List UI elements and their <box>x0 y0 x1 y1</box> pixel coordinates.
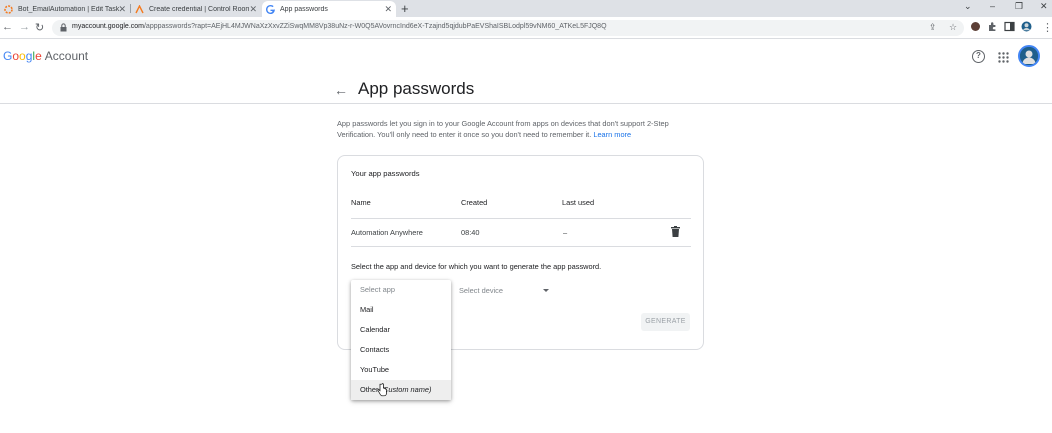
option-mail[interactable]: Mail <box>351 300 451 320</box>
help-icon[interactable]: ? <box>972 50 985 63</box>
select-app-dropdown-menu: Select app Mail Calendar Contacts YouTub… <box>351 280 451 400</box>
option-youtube[interactable]: YouTube <box>351 360 451 380</box>
reload-icon[interactable]: ↻ <box>35 21 44 34</box>
back-arrow-icon[interactable]: ← <box>334 82 348 98</box>
option-calendar[interactable]: Calendar <box>351 320 451 340</box>
browser-tab-strip: Bot_EmailAutomation | Edit Task ✕ Create… <box>0 0 1052 17</box>
option-other-custom-name[interactable]: Other (Custom name) <box>351 380 451 400</box>
tab-title: Create credential | Control Room <box>149 5 249 13</box>
google-icon <box>266 4 275 14</box>
close-icon[interactable]: ✕ <box>249 4 257 15</box>
browser-toolbar: ← → ↻ myaccount.google.com/apppasswords?… <box>0 17 1052 39</box>
column-header-last-used: Last used <box>562 198 595 207</box>
puzzle-extensions-icon[interactable] <box>987 21 998 32</box>
minimize-icon[interactable]: – <box>990 1 995 11</box>
forward-icon[interactable]: → <box>19 21 30 33</box>
divider <box>351 218 691 219</box>
address-bar[interactable]: myaccount.google.com/apppasswords?rapt=A… <box>52 20 964 36</box>
bookmark-star-icon[interactable]: ☆ <box>949 22 957 33</box>
password-row-name: Automation Anywhere <box>351 228 423 237</box>
column-header-name: Name <box>351 198 371 207</box>
back-icon[interactable]: ← <box>2 21 13 33</box>
close-icon[interactable]: ✕ <box>118 4 126 15</box>
generate-button[interactable]: GENERATE <box>641 313 690 331</box>
avatar-image <box>1020 47 1038 65</box>
logo-letter: e <box>35 49 42 63</box>
profile-avatar-icon[interactable] <box>1021 21 1032 32</box>
chevron-down-icon <box>543 289 549 292</box>
page-description: App passwords let you sign in to your Go… <box>337 118 707 140</box>
logo-letter: o <box>19 49 26 63</box>
delete-trash-icon[interactable] <box>671 226 680 237</box>
url-host: myaccount.google.com <box>72 23 144 30</box>
page-title: App passwords <box>358 79 475 98</box>
google-apps-icon[interactable] <box>998 52 1009 63</box>
account-avatar[interactable] <box>1018 45 1040 67</box>
browser-menu-icon[interactable]: ⋮ <box>1042 21 1052 34</box>
hand-pointer-cursor-icon <box>377 383 387 397</box>
google-account-logo[interactable]: Google Account <box>3 49 88 63</box>
automation-anywhere-icon <box>135 4 144 14</box>
google-account-header: Google Account ? <box>0 40 1052 104</box>
tab-search-icon[interactable]: ⌄ <box>964 1 972 12</box>
option-other-label: Other <box>360 385 379 394</box>
lock-icon <box>60 23 67 32</box>
select-device-placeholder: Select device <box>459 286 503 295</box>
option-contacts[interactable]: Contacts <box>351 340 451 360</box>
tab-create-credential[interactable]: Create credential | Control Room ✕ <box>131 1 261 17</box>
tab-bot-email-automation[interactable]: Bot_EmailAutomation | Edit Task ✕ <box>0 1 130 17</box>
learn-more-link[interactable]: Learn more <box>593 130 631 139</box>
select-app-placeholder[interactable]: Select app <box>351 280 451 300</box>
automation-anywhere-icon <box>4 4 13 14</box>
new-tab-icon[interactable]: + <box>401 1 409 16</box>
url-path: /apppasswords?rapt=AEjHL4MJWNaXzXxvZZiSw… <box>143 23 607 30</box>
card-title: Your app passwords <box>351 169 420 178</box>
tab-title: App passwords <box>280 5 328 13</box>
share-icon[interactable]: ⇪ <box>929 22 937 33</box>
tab-app-passwords[interactable]: App passwords ✕ <box>262 1 396 17</box>
window-close-icon[interactable]: ✕ <box>1040 1 1048 12</box>
column-header-created: Created <box>461 198 488 207</box>
tab-title: Bot_EmailAutomation | Edit Task <box>18 5 120 13</box>
password-row-last-used: – <box>563 228 568 237</box>
side-panel-icon[interactable] <box>1004 21 1015 32</box>
option-other-hint: (Custom name) <box>380 385 432 394</box>
close-icon[interactable]: ✕ <box>384 4 392 15</box>
logo-account-text: Account <box>44 49 89 63</box>
logo-letter: G <box>3 49 13 63</box>
password-row-created: 08:40 <box>461 228 480 237</box>
url-text: myaccount.google.com/apppasswords?rapt=A… <box>72 23 607 30</box>
extension-icon[interactable] <box>970 21 981 32</box>
maximize-icon[interactable]: ❐ <box>1015 1 1023 12</box>
divider <box>351 246 691 247</box>
select-device-dropdown[interactable]: Select device <box>459 286 549 295</box>
select-app-device-prompt: Select the app and device for which you … <box>351 262 602 271</box>
